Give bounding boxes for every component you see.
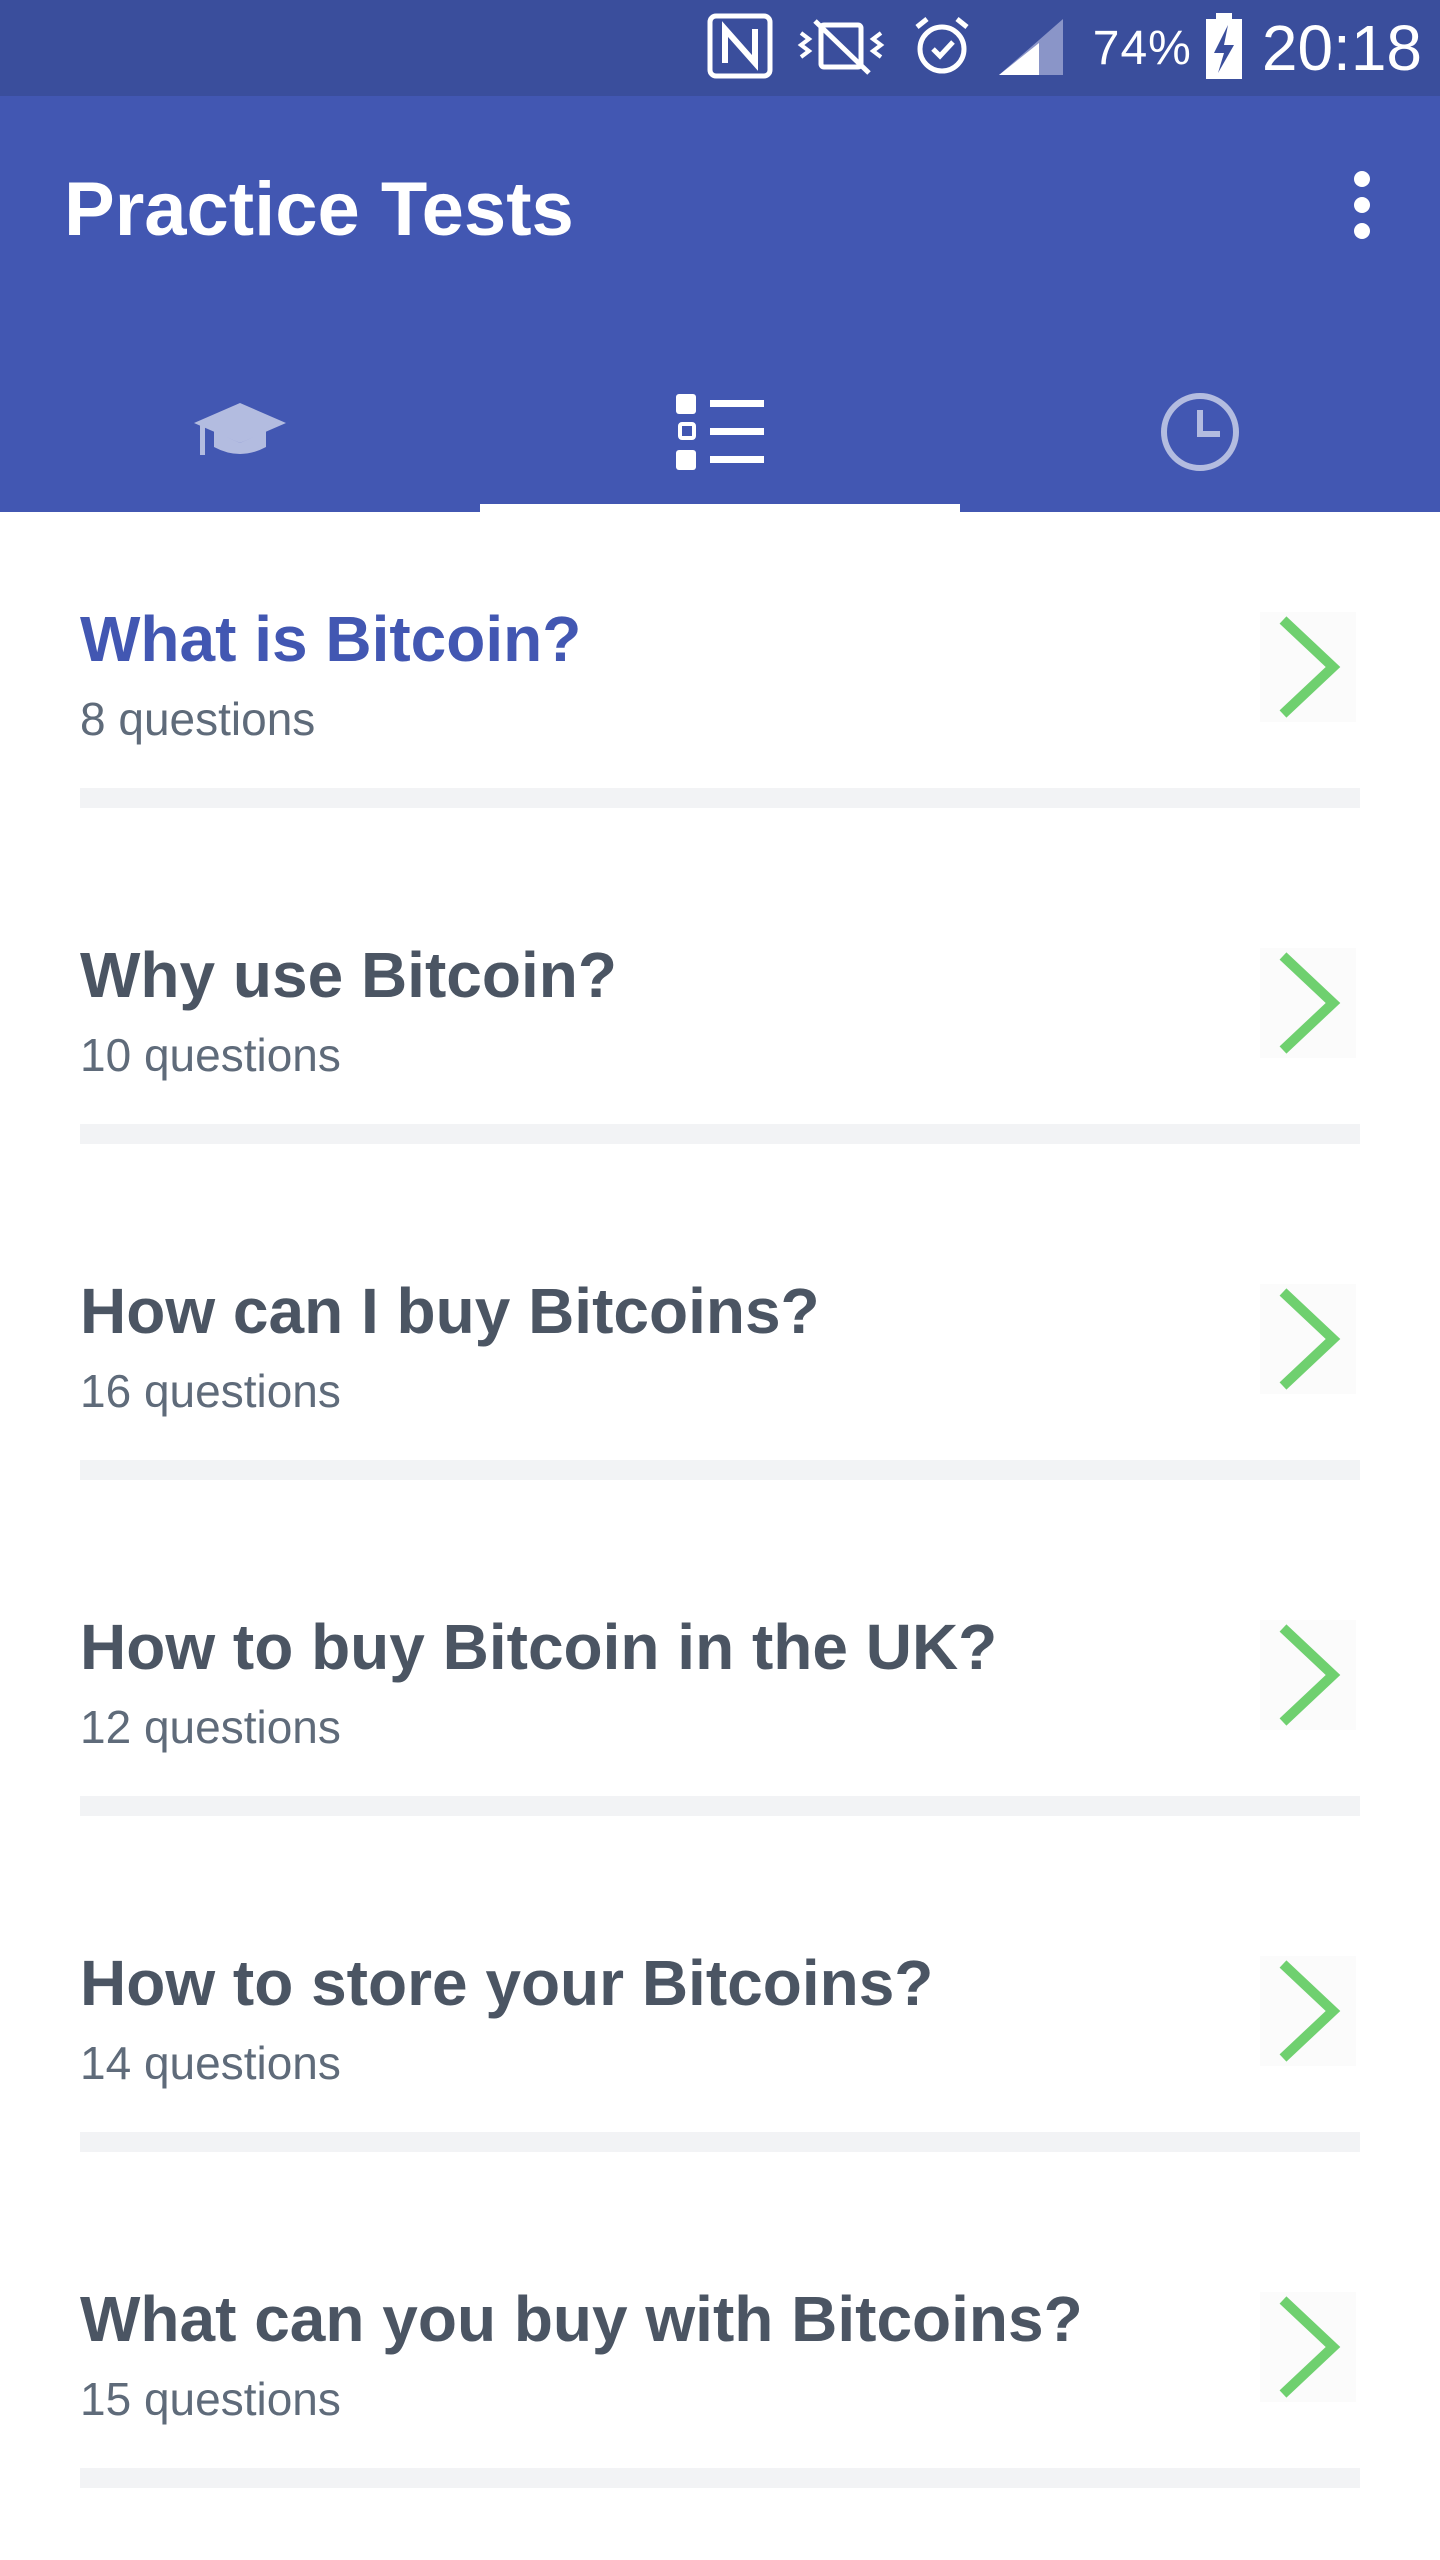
overflow-dot bbox=[1354, 223, 1370, 239]
question-count: 15 questions bbox=[80, 2373, 341, 2425]
clock-icon bbox=[1158, 390, 1242, 479]
question-count: 10 questions bbox=[80, 1029, 341, 1081]
question-count: 16 questions bbox=[80, 1365, 341, 1417]
chevron-right-icon[interactable] bbox=[1260, 2292, 1356, 2402]
divider bbox=[80, 1796, 1360, 1816]
question-count: 12 questions bbox=[80, 1701, 341, 1753]
divider bbox=[80, 1460, 1360, 1480]
list-item[interactable]: What is Bitcoin? 8 questions bbox=[0, 512, 1440, 848]
status-icons: 74% 20:18 bbox=[687, 0, 1422, 96]
test-title: What is Bitcoin? bbox=[80, 603, 582, 675]
test-title: Why use Bitcoin? bbox=[80, 939, 617, 1011]
chevron-right-icon[interactable] bbox=[1260, 1620, 1356, 1730]
question-count: 8 questions bbox=[80, 693, 316, 745]
list-icon bbox=[672, 390, 768, 479]
tab-indicator bbox=[480, 504, 960, 512]
clock-time: 20:18 bbox=[1261, 12, 1422, 84]
battery-charging-icon bbox=[1204, 11, 1244, 86]
list-item[interactable]: What can you buy with Bitcoins? 15 quest… bbox=[0, 2192, 1440, 2528]
list-item[interactable]: Why use Bitcoin? 10 questions bbox=[0, 848, 1440, 1184]
tab-bar bbox=[0, 356, 1440, 512]
alarm-icon bbox=[909, 13, 975, 84]
graduation-cap-icon bbox=[192, 397, 288, 472]
battery-percent: 74% bbox=[1092, 21, 1192, 75]
test-list: What is Bitcoin? 8 questions Why use Bit… bbox=[0, 512, 1440, 2528]
divider bbox=[80, 2132, 1360, 2152]
vibrate-icon bbox=[793, 13, 889, 84]
chevron-right-icon[interactable] bbox=[1260, 948, 1356, 1058]
divider bbox=[80, 1124, 1360, 1144]
tab-tests[interactable] bbox=[480, 356, 960, 512]
test-title: What can you buy with Bitcoins? bbox=[80, 2283, 1083, 2355]
overflow-menu-icon bbox=[1354, 171, 1370, 187]
nfc-icon bbox=[707, 13, 773, 84]
list-item[interactable]: How can I buy Bitcoins? 16 questions bbox=[0, 1184, 1440, 1520]
list-item[interactable]: How to store your Bitcoins? 14 questions bbox=[0, 1856, 1440, 2192]
divider bbox=[80, 2468, 1360, 2488]
tab-study[interactable] bbox=[0, 356, 480, 512]
tab-history[interactable] bbox=[960, 356, 1440, 512]
app-bar: Practice Tests bbox=[0, 96, 1440, 512]
status-bar: 74% 20:18 bbox=[0, 0, 1440, 96]
divider bbox=[80, 788, 1360, 808]
overflow-dot bbox=[1354, 197, 1370, 213]
chevron-right-icon[interactable] bbox=[1260, 612, 1356, 722]
question-count: 14 questions bbox=[80, 2037, 341, 2089]
test-title: How to buy Bitcoin in the UK? bbox=[80, 1611, 998, 1683]
signal-icon bbox=[995, 13, 1067, 84]
chevron-right-icon[interactable] bbox=[1260, 1284, 1356, 1394]
overflow-menu-button[interactable] bbox=[1324, 156, 1400, 254]
page-title: Practice Tests bbox=[64, 167, 574, 252]
list-item[interactable]: How to buy Bitcoin in the UK? 12 questio… bbox=[0, 1520, 1440, 1856]
test-title: How to store your Bitcoins? bbox=[80, 1947, 934, 2019]
chevron-right-icon[interactable] bbox=[1260, 1956, 1356, 2066]
test-title: How can I buy Bitcoins? bbox=[80, 1275, 820, 1347]
